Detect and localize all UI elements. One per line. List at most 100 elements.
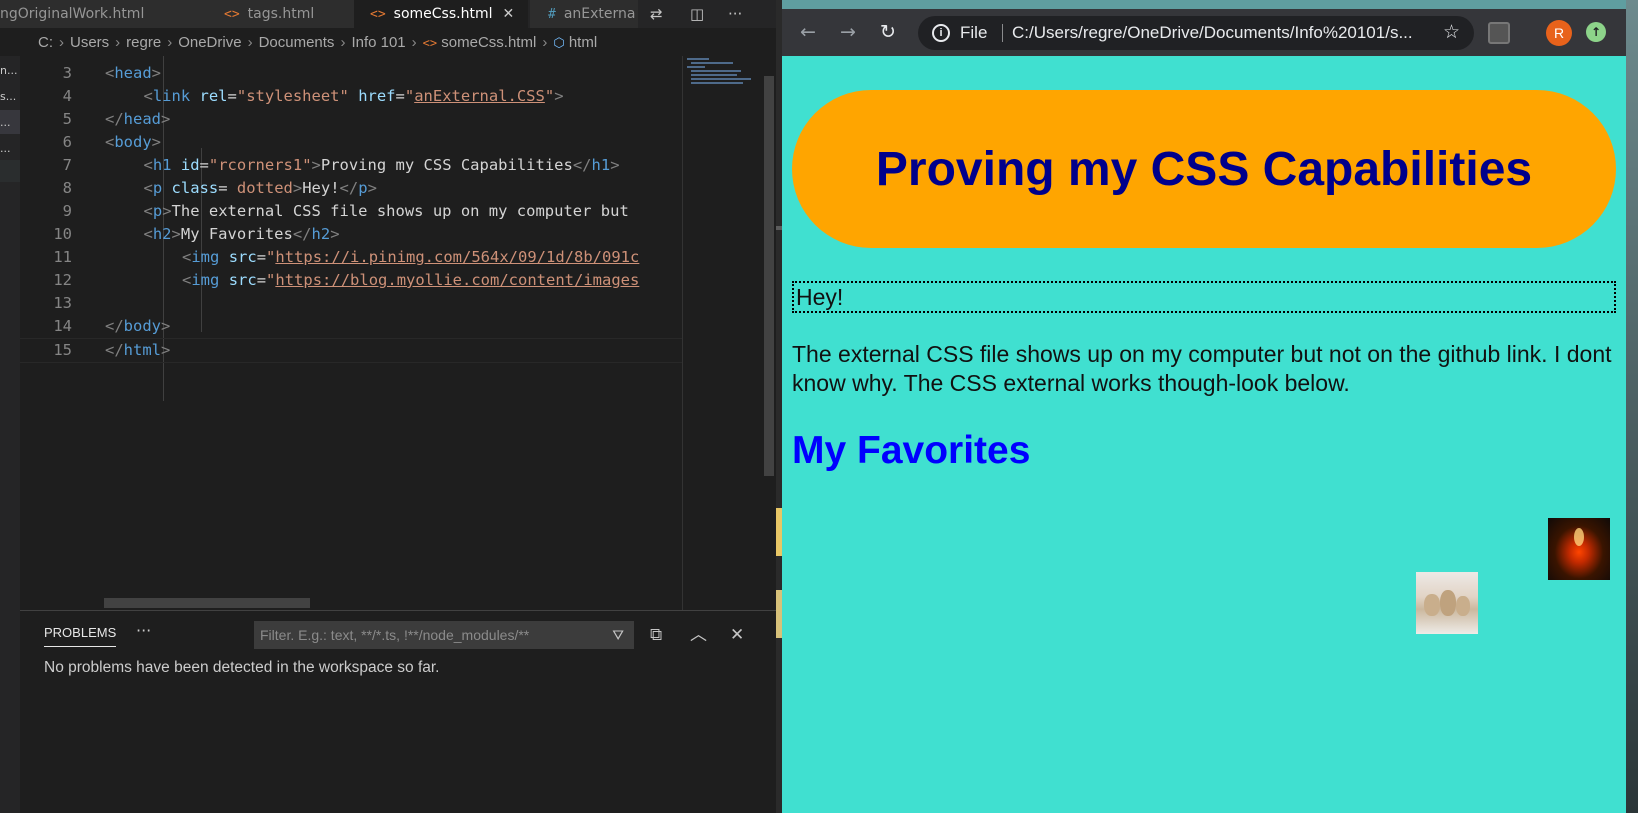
code-token: < xyxy=(105,64,115,82)
compare-changes-icon[interactable]: ⇄ xyxy=(650,0,663,28)
symbol-element-icon: ⬡ xyxy=(553,35,565,50)
back-icon[interactable]: ← xyxy=(796,20,820,44)
breadcrumb-item[interactable]: Users xyxy=(70,34,109,51)
scrollbar-thumb[interactable] xyxy=(764,76,774,476)
code-line[interactable]: 9 <p>The external CSS file shows up on my… xyxy=(20,200,682,223)
desktop-background xyxy=(1626,0,1638,813)
code-text: <p>The external CSS file shows up on my … xyxy=(144,200,629,223)
more-actions-icon[interactable]: ··· xyxy=(728,0,742,28)
line-number: 4 xyxy=(62,87,72,105)
problems-filter-input[interactable]: Filter. E.g.: text, **/*.ts, !**/node_mo… xyxy=(254,621,634,649)
page-heading: Proving my CSS Capabilities xyxy=(792,90,1616,248)
code-line[interactable]: 5 </head> xyxy=(20,108,682,131)
code-token: https://blog.myollie.com/content/images xyxy=(275,271,640,289)
extension-icon[interactable] xyxy=(1488,22,1510,44)
horizontal-scrollbar-thumb[interactable] xyxy=(104,598,310,608)
code-token: > xyxy=(610,156,620,174)
code-token: " xyxy=(266,271,276,289)
line-number: 10 xyxy=(53,225,72,243)
breadcrumb-item[interactable]: regre xyxy=(126,34,161,51)
code-token: " xyxy=(404,87,415,105)
problems-panel: PROBLEMS ··· Filter. E.g.: text, **/*.ts… xyxy=(20,610,776,813)
code-token: img xyxy=(191,271,220,289)
explorer-item[interactable]: ... xyxy=(0,116,20,129)
code-token: < xyxy=(143,179,153,197)
address-bar[interactable]: i File C:/Users/regre/OneDrive/Documents… xyxy=(918,16,1474,50)
breadcrumb-item[interactable]: someCss.html xyxy=(441,34,536,51)
html-file-icon: <> xyxy=(224,7,240,22)
code-text: <img src="https://i.pinimg.com/564x/09/1… xyxy=(182,246,639,269)
breadcrumb-item[interactable]: html xyxy=(569,34,597,51)
code-line[interactable]: 15 </html> xyxy=(20,338,682,363)
code-line[interactable]: 8 <p class= dotted>Hey!</p> xyxy=(20,177,682,200)
explorer-item[interactable]: s... xyxy=(0,90,20,103)
code-text: <h2>My Favorites</h2> xyxy=(144,223,340,246)
tab-ngoriginalwork[interactable]: ngOriginalWork.html xyxy=(0,0,210,28)
breadcrumb-item[interactable]: Documents xyxy=(259,34,335,51)
collapse-all-icon[interactable]: ⧉ xyxy=(650,621,662,649)
code-token: body xyxy=(114,133,152,151)
page-viewport: Proving my CSS Capabilities Hey! The ext… xyxy=(782,56,1626,813)
forward-icon[interactable]: → xyxy=(836,20,860,44)
code-line[interactable]: 10 <h2>My Favorites</h2> xyxy=(20,223,682,246)
tab-problems[interactable]: PROBLEMS xyxy=(44,625,117,647)
explorer-strip: n... s... ... ... xyxy=(0,56,20,813)
update-icon[interactable]: ↑ xyxy=(1586,22,1606,42)
tab-anexternal[interactable]: # anExterna xyxy=(530,0,638,28)
explorer-item-hover[interactable] xyxy=(0,160,20,182)
code-token: </ xyxy=(105,341,124,359)
code-token: h2 xyxy=(311,225,331,243)
explorer-item[interactable]: ... xyxy=(0,142,20,155)
profile-avatar[interactable]: R xyxy=(1546,20,1572,46)
tab-somecss[interactable]: <> someCss.html ✕ xyxy=(354,0,528,28)
line-number: 3 xyxy=(62,64,72,82)
code-text: <link rel="stylesheet" href="anExternal.… xyxy=(144,85,564,108)
tab-strip xyxy=(782,0,1626,9)
info-icon[interactable]: i xyxy=(932,24,950,42)
html-file-icon: <> xyxy=(370,7,386,22)
close-panel-icon[interactable]: ✕ xyxy=(730,621,744,649)
url-text[interactable]: C:/Users/regre/OneDrive/Documents/Info%2… xyxy=(1012,16,1413,50)
minimap[interactable] xyxy=(682,56,763,610)
code-token: </ xyxy=(572,156,592,174)
code-token: </ xyxy=(105,110,124,128)
tab-tags[interactable]: <> tags.html xyxy=(210,0,354,28)
code-line[interactable]: 4 <link rel="stylesheet" href="anExternal… xyxy=(20,85,682,108)
code-line[interactable]: 7 <h1 id="rcorners1">Proving my CSS Capab… xyxy=(20,154,682,177)
reload-icon[interactable]: ↻ xyxy=(876,20,900,44)
code-token: = xyxy=(218,179,237,197)
page-scrollbar[interactable] xyxy=(1616,56,1626,813)
line-number: 14 xyxy=(53,317,72,335)
code-token: < xyxy=(143,225,153,243)
more-actions-icon[interactable]: ··· xyxy=(136,621,151,640)
editor-scrollbar[interactable] xyxy=(762,56,776,610)
code-token: < xyxy=(182,271,192,289)
explorer-item[interactable]: n... xyxy=(0,64,20,77)
code-token: < xyxy=(105,133,115,151)
code-line[interactable]: 12 <img src="https://blog.myollie.com/con… xyxy=(20,269,682,292)
breadcrumb-item[interactable]: C: xyxy=(38,34,53,51)
code-line[interactable]: 6 <body> xyxy=(20,131,682,154)
code-line[interactable]: 3 <head> xyxy=(20,62,682,85)
code-token: > xyxy=(171,225,181,243)
breadcrumb-item[interactable]: OneDrive xyxy=(178,34,241,51)
line-number: 7 xyxy=(62,156,72,174)
code-editor[interactable]: 3 <head> 4 <link rel="stylesheet" href="anE… xyxy=(20,56,682,610)
chevron-right-icon: › xyxy=(59,34,64,51)
breadcrumb-item[interactable]: Info 101 xyxy=(351,34,405,51)
bookmark-star-icon[interactable]: ☆ xyxy=(1443,16,1460,50)
code-text: </html> xyxy=(105,339,170,362)
code-token: > xyxy=(161,110,171,128)
code-line[interactable]: 11 <img src="https://i.pinimg.com/564x/09… xyxy=(20,246,682,269)
maximize-panel-icon[interactable]: ︿ xyxy=(690,621,707,649)
code-text: <head> xyxy=(105,62,161,85)
code-token: </ xyxy=(339,179,359,197)
split-editor-icon[interactable]: ◫ xyxy=(690,0,704,28)
code-line[interactable]: 13 xyxy=(20,292,682,315)
code-line[interactable]: 14 </body> xyxy=(20,315,682,338)
close-icon[interactable]: ✕ xyxy=(502,6,514,22)
line-number: 13 xyxy=(53,294,72,312)
filter-icon[interactable]: ⛛ xyxy=(612,621,624,649)
tab-label: ngOriginalWork.html xyxy=(0,6,145,22)
